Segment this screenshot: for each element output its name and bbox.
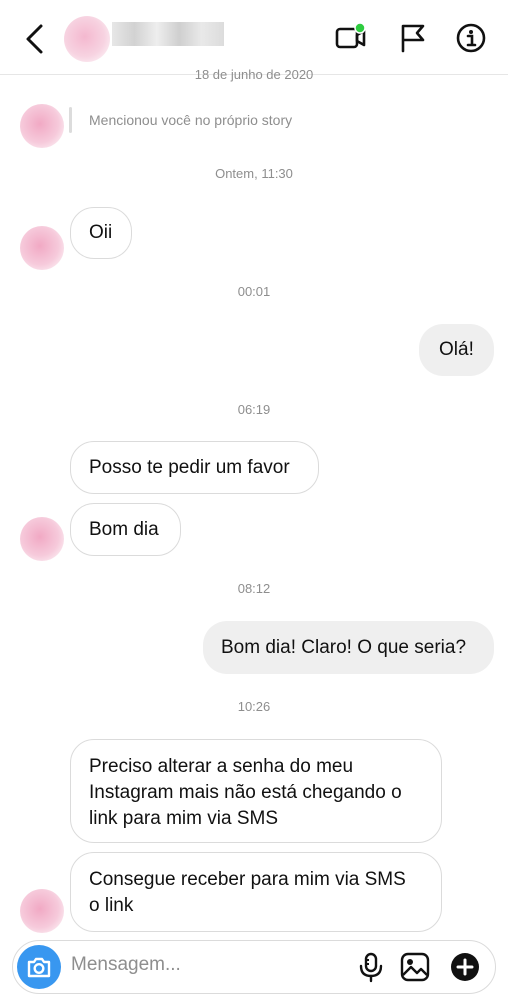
sender-avatar[interactable]: [20, 104, 64, 148]
online-indicator: [354, 22, 366, 34]
contact-name-blurred[interactable]: [112, 22, 224, 46]
sender-avatar[interactable]: [20, 517, 64, 561]
sender-avatar[interactable]: [20, 889, 64, 933]
message-text: Bom dia! Claro! O que seria?: [221, 637, 467, 658]
date-separator: 18 de junho de 2020: [194, 67, 314, 82]
flag-icon[interactable]: [397, 22, 429, 54]
story-reply-bar: [69, 107, 72, 133]
message-text-line: Preciso alterar a senha do meu: [89, 756, 354, 777]
timestamp: 10:26: [237, 699, 271, 714]
chevron-left-icon[interactable]: [22, 22, 48, 56]
message-text: Posso te pedir um favor: [89, 457, 290, 478]
info-icon[interactable]: [455, 22, 487, 54]
message-text: Bom dia: [89, 519, 159, 540]
message-bubble-incoming[interactable]: Consegue receber para mim via SMS o link: [70, 852, 442, 932]
story-mention-text[interactable]: Mencionou você no próprio story: [89, 112, 292, 128]
video-call-icon[interactable]: [334, 22, 366, 54]
message-text: Olá!: [439, 339, 474, 360]
timestamp: 06:19: [237, 402, 271, 417]
timestamp: 00:01: [237, 284, 271, 299]
message-bubble-outgoing[interactable]: Bom dia! Claro! O que seria?: [203, 621, 494, 674]
message-bubble-outgoing[interactable]: Olá!: [419, 324, 494, 376]
message-bubble-incoming[interactable]: Oii: [70, 207, 132, 259]
chat-header: [0, 0, 508, 75]
microphone-icon[interactable]: [355, 951, 387, 983]
message-composer: [12, 940, 496, 994]
gallery-icon[interactable]: [399, 951, 431, 983]
message-text-line: Consegue receber para mim via SMS: [89, 869, 406, 890]
message-text: Oii: [89, 222, 113, 243]
contact-avatar[interactable]: [64, 16, 110, 62]
camera-icon: [27, 957, 51, 978]
timestamp: 08:12: [237, 581, 271, 596]
message-input[interactable]: [71, 954, 271, 976]
sender-avatar[interactable]: [20, 226, 64, 270]
plus-icon[interactable]: [449, 951, 481, 983]
camera-button[interactable]: [17, 945, 61, 989]
message-bubble-incoming[interactable]: Preciso alterar a senha do meu Instagram…: [70, 739, 442, 843]
message-text-line: link para mim via SMS: [89, 808, 278, 829]
timestamp: Ontem, 11:30: [215, 166, 293, 181]
message-bubble-incoming[interactable]: Posso te pedir um favor: [70, 441, 319, 494]
message-bubble-incoming[interactable]: Bom dia: [70, 503, 181, 556]
message-text-line: Instagram mais não está chegando o: [89, 782, 402, 803]
message-text-line: o link: [89, 895, 134, 916]
